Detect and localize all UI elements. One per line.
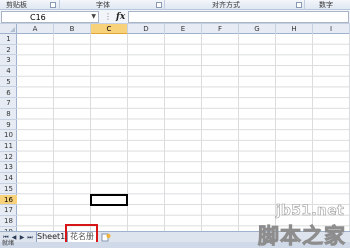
ribbon-group-alignment-label: 对齐方式 <box>212 1 240 9</box>
ribbon-group-labels: 剪贴板 字体 对齐方式 数字 <box>0 0 350 10</box>
formula-bar-grip-icon[interactable]: ⋮ <box>104 10 112 24</box>
column-header-g[interactable]: G <box>239 24 276 34</box>
row-header-1[interactable]: 1 <box>0 34 17 45</box>
name-box[interactable]: C16 ▼ <box>1 11 99 23</box>
row-header-14[interactable]: 14 <box>0 173 17 184</box>
ribbon-group-font-label: 字体 <box>96 1 110 9</box>
status-text: 就绪 <box>2 240 15 247</box>
cell-grid[interactable] <box>17 34 350 231</box>
insert-sheet-icon[interactable] <box>101 233 111 242</box>
row-header-7[interactable]: 7 <box>0 98 17 109</box>
chevron-down-icon[interactable]: ▼ <box>91 14 96 20</box>
insert-function-icon[interactable]: fx <box>116 11 125 23</box>
formula-input[interactable] <box>128 11 349 23</box>
row-header-2[interactable]: 2 <box>0 45 17 56</box>
column-header-i[interactable]: I <box>313 24 350 34</box>
clipboard-launcher-icon[interactable] <box>50 2 56 8</box>
row-header-17[interactable]: 17 <box>0 205 17 216</box>
formula-bar: C16 ▼ ⋮ fx <box>0 10 350 24</box>
active-cell[interactable] <box>90 193 128 207</box>
row-header-11[interactable]: 11 <box>0 141 17 152</box>
row-header-8[interactable]: 8 <box>0 109 17 120</box>
row-header-15[interactable]: 15 <box>0 184 17 195</box>
row-header-5[interactable]: 5 <box>0 77 17 88</box>
font-launcher-icon[interactable] <box>156 2 162 8</box>
row-headers: 12345678910111213141516171819 <box>0 34 17 231</box>
ribbon-group-font: 字体 <box>60 0 165 10</box>
column-header-f[interactable]: F <box>202 24 239 34</box>
name-box-value: C16 <box>30 13 46 22</box>
ribbon-group-alignment: 对齐方式 <box>165 0 305 10</box>
column-header-b[interactable]: B <box>54 24 91 34</box>
column-header-d[interactable]: D <box>128 24 165 34</box>
row-header-3[interactable]: 3 <box>0 55 17 67</box>
row-header-18[interactable]: 18 <box>0 216 17 227</box>
row-header-12[interactable]: 12 <box>0 152 17 163</box>
column-header-a[interactable]: A <box>17 24 54 34</box>
row-header-13[interactable]: 13 <box>0 162 17 174</box>
row-header-4[interactable]: 4 <box>0 66 17 77</box>
column-header-e[interactable]: E <box>165 24 202 34</box>
status-bar: 就绪 <box>0 240 350 248</box>
ribbon-group-number-label: 数字 <box>319 1 333 9</box>
worksheet: ABCDEFGHI 12345678910111213141516171819 <box>0 24 350 231</box>
last-sheet-icon[interactable]: ⏭ <box>26 233 34 242</box>
select-all-button[interactable] <box>0 24 17 34</box>
sheet-tab-bar: ⏮ ◀ ▶ ⏭ Sheet1 花名册 <box>0 231 350 243</box>
ribbon-group-clipboard-label: 剪贴板 <box>6 1 27 9</box>
next-sheet-icon[interactable]: ▶ <box>18 233 26 242</box>
row-header-9[interactable]: 9 <box>0 120 17 131</box>
ribbon-group-clipboard: 剪贴板 <box>0 0 60 10</box>
column-header-c[interactable]: C <box>91 24 128 34</box>
select-all-icon <box>10 27 15 32</box>
row-header-6[interactable]: 6 <box>0 88 17 99</box>
column-header-h[interactable]: H <box>276 24 313 34</box>
column-headers: ABCDEFGHI <box>17 24 350 34</box>
row-header-16[interactable]: 16 <box>0 194 17 206</box>
ribbon-group-number: 数字 <box>305 0 350 10</box>
alignment-launcher-icon[interactable] <box>296 2 302 8</box>
row-header-10[interactable]: 10 <box>0 130 17 141</box>
